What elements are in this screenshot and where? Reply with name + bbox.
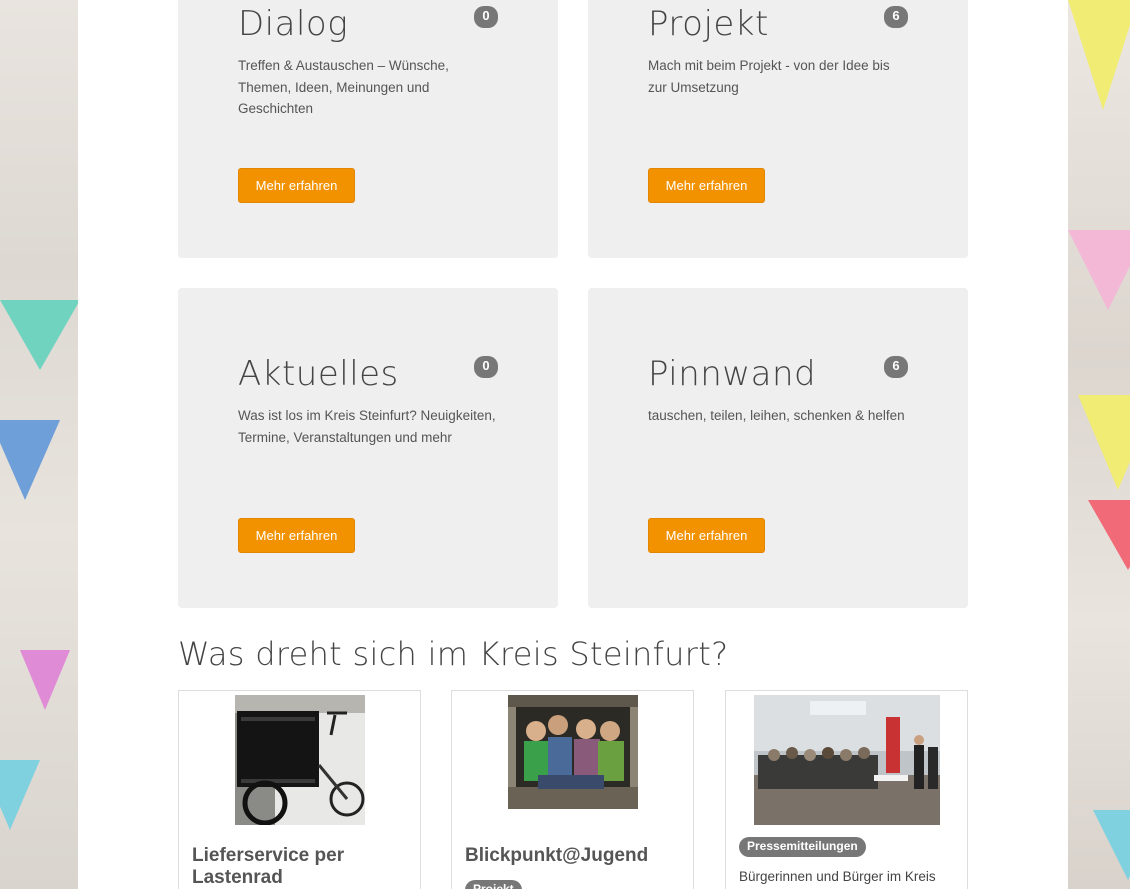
card-description: tauschen, teilen, leihen, schenken & hel…	[648, 408, 905, 423]
card-title: Projekt	[648, 4, 769, 44]
mehr-erfahren-button[interactable]: Mehr erfahren	[648, 168, 765, 203]
cargo-bike-image[interactable]	[234, 695, 365, 825]
bunting-flag-decoration	[0, 420, 60, 500]
card-aktuelles: Aktuelles 0 Was ist los im Kreis Steinfu…	[178, 288, 558, 608]
background-right	[1068, 0, 1130, 889]
background-left	[0, 0, 78, 889]
card-description: Treffen & Austauschen – Wünsche, Themen,…	[238, 58, 449, 116]
news-card[interactable]: Blickpunkt@Jugend Projekt	[451, 690, 694, 889]
news-title[interactable]: Blickpunkt@Jugend	[465, 845, 685, 867]
category-badge: Pressemitteilungen	[739, 837, 866, 857]
mehr-erfahren-button[interactable]: Mehr erfahren	[238, 518, 355, 553]
card-title: Pinnwand	[648, 354, 817, 394]
card-dialog: Dialog 0 Treffen & Austauschen – Wünsche…	[178, 0, 558, 258]
bunting-flag-decoration	[20, 650, 70, 710]
main-content: Dialog 0 Treffen & Austauschen – Wünsche…	[78, 0, 1068, 889]
card-description: Was ist los im Kreis Steinfurt? Neuigkei…	[238, 408, 496, 445]
count-badge: 6	[884, 356, 908, 378]
bunting-flag-decoration	[1088, 500, 1130, 570]
bunting-flag-decoration	[0, 300, 78, 370]
count-badge: 6	[884, 6, 908, 28]
news-excerpt: Bürgerinnen und Bürger im Kreis	[739, 869, 936, 884]
card-projekt: Projekt 6 Mach mit beim Projekt - von de…	[588, 0, 968, 258]
card-title: Dialog	[238, 4, 349, 44]
bunting-flag-decoration	[1078, 395, 1130, 490]
count-badge: 0	[474, 6, 498, 28]
youth-group-image[interactable]	[507, 695, 638, 809]
bunting-flag-decoration	[0, 760, 40, 830]
card-description: Mach mit beim Projekt - von der Idee bis…	[648, 58, 890, 95]
news-card[interactable]: Pressemitteilungen Bürgerinnen und Bürge…	[725, 690, 968, 889]
bunting-flag-decoration	[1068, 0, 1130, 110]
card-pinnwand: Pinnwand 6 tauschen, teilen, leihen, sch…	[588, 288, 968, 608]
event-hall-image[interactable]	[753, 695, 940, 825]
section-title: Was dreht sich im Kreis Steinfurt?	[178, 635, 729, 673]
bunting-flag-decoration	[1093, 810, 1130, 880]
bunting-flag-decoration	[1068, 230, 1130, 310]
mehr-erfahren-button[interactable]: Mehr erfahren	[238, 168, 355, 203]
category-badge: Projekt	[465, 880, 522, 889]
count-badge: 0	[474, 356, 498, 378]
news-card[interactable]: Lieferservice per Lastenrad	[178, 690, 421, 889]
card-title: Aktuelles	[238, 354, 399, 394]
mehr-erfahren-button[interactable]: Mehr erfahren	[648, 518, 765, 553]
news-title[interactable]: Lieferservice per Lastenrad	[192, 845, 412, 889]
